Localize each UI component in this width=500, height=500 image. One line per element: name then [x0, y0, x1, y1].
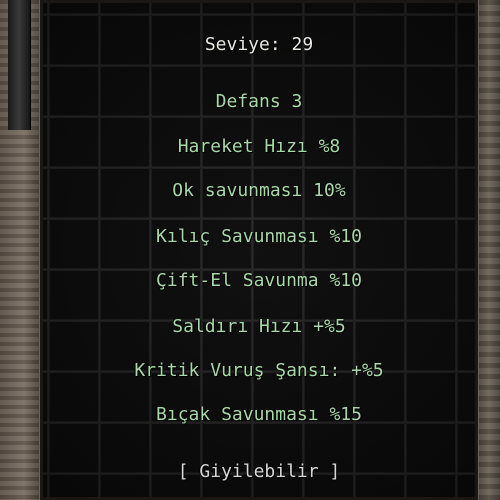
bonus-line-dagger-defense: Bıçak Savunması %15	[156, 404, 362, 425]
game-scene: Seviye: 29 Defans 3 Hareket Hızı %8 Ok s…	[0, 0, 500, 500]
bonus-line-sword-defense: Kılıç Savunması %10	[156, 226, 362, 247]
wearable-status-text: [ Giyilebilir ]	[177, 461, 341, 482]
item-level-text: Seviye: 29	[204, 34, 314, 55]
bonus-line-movement-speed: Hareket Hızı %8	[177, 136, 341, 157]
bonus-line-critical-chance: Kritik Vuruş Şansı: +%5	[134, 360, 384, 381]
bonus-line-twohand-defense: Çift-El Savunma %10	[156, 270, 362, 291]
item-tooltip: Seviye: 29 Defans 3 Hareket Hızı %8 Ok s…	[39, 0, 479, 500]
background-texture-right	[478, 0, 500, 500]
inventory-window-edge	[8, 0, 31, 130]
bonus-line-attack-speed: Saldırı Hızı +%5	[172, 316, 346, 337]
bonus-line-defense: Defans 3	[215, 91, 303, 112]
bonus-line-arrow-defense: Ok savunması 10%	[172, 180, 346, 201]
